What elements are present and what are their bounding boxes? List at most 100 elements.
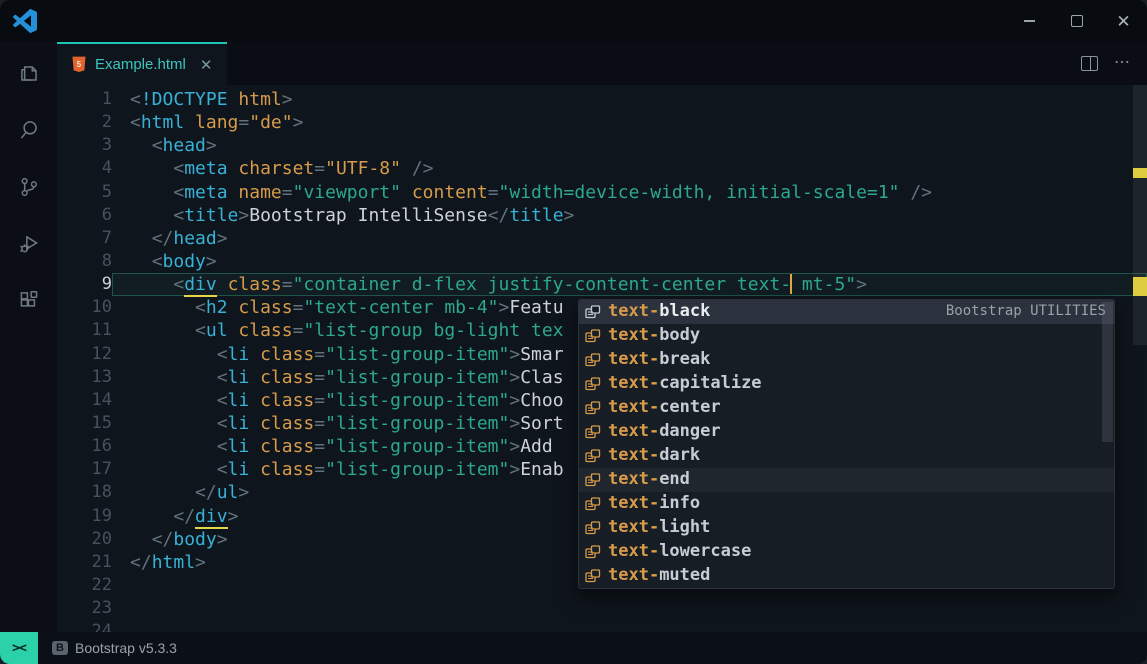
tab-close-icon[interactable]: ✕ [200, 56, 213, 74]
line-number: 20 [57, 528, 112, 551]
line-number: 4 [57, 157, 112, 180]
code-line-7[interactable]: 7 </head> [57, 227, 1147, 250]
remote-icon: >< [12, 641, 26, 656]
line-number: 17 [57, 458, 112, 481]
split-editor-icon[interactable] [1081, 56, 1098, 71]
maximize-button[interactable] [1053, 0, 1100, 42]
intellisense-suggest-widget: text-blackBootstrap UTILITIES text-body … [578, 299, 1115, 589]
line-number: 8 [57, 250, 112, 273]
code-line-5[interactable]: 5 <meta name="viewport" content="width=d… [57, 181, 1147, 204]
suggestion-kind-icon [585, 401, 601, 415]
line-number: 23 [57, 597, 112, 620]
suggest-item-text-center[interactable]: text-center [579, 396, 1114, 420]
svg-text:5: 5 [77, 60, 82, 69]
suggest-item-text-end[interactable]: text-end [579, 468, 1114, 492]
line-number: 16 [57, 435, 112, 458]
search-icon[interactable] [14, 115, 44, 145]
suggestion-kind-icon [585, 569, 601, 583]
line-number: 7 [57, 227, 112, 250]
minimize-icon [1024, 20, 1035, 22]
suggest-item-text-capitalize[interactable]: text-capitalize [579, 372, 1114, 396]
editor-actions: ⋯ [1081, 42, 1147, 85]
suggest-item-text-light[interactable]: text-light [579, 516, 1114, 540]
tab-label: Example.html [95, 56, 186, 73]
minimize-button[interactable] [1006, 0, 1053, 42]
vscode-logo-icon [13, 9, 37, 33]
suggestion-label: text-break [608, 348, 710, 371]
status-bar: >< B Bootstrap v5.3.3 [0, 632, 1147, 664]
overview-ruler-mark [1133, 277, 1147, 296]
suggest-item-text-black[interactable]: text-blackBootstrap UTILITIES [579, 300, 1114, 324]
line-number: 3 [57, 134, 112, 157]
code-line-23[interactable]: 23 [57, 597, 1147, 620]
suggest-item-text-break[interactable]: text-break [579, 348, 1114, 372]
code-line-3[interactable]: 3 <head> [57, 134, 1147, 157]
suggestion-label: text-center [608, 396, 721, 419]
suggestion-kind-icon [585, 425, 601, 439]
line-number: 11 [57, 319, 112, 342]
suggestion-detail: Bootstrap UTILITIES [946, 300, 1106, 323]
tab-bar: 5 Example.html ✕ ⋯ [57, 42, 1147, 85]
line-number: 15 [57, 412, 112, 435]
code-line-24[interactable]: 24 [57, 620, 1147, 632]
status-item-bootstrap[interactable]: B Bootstrap v5.3.3 [52, 640, 177, 656]
suggest-item-text-dark[interactable]: text-dark [579, 444, 1114, 468]
remote-indicator[interactable]: >< [0, 632, 38, 664]
suggestion-label: text-dark [608, 444, 700, 467]
suggest-item-text-muted[interactable]: text-muted [579, 564, 1114, 588]
suggestion-label: text-capitalize [608, 372, 762, 395]
run-debug-icon[interactable] [14, 229, 44, 259]
suggest-item-text-danger[interactable]: text-danger [579, 420, 1114, 444]
suggestion-label: text-lowercase [608, 540, 751, 563]
source-control-icon[interactable] [14, 172, 44, 202]
suggestion-kind-icon [585, 377, 601, 391]
line-number: 10 [57, 296, 112, 319]
suggestion-label: text-info [608, 492, 700, 515]
title-bar: ✕ [0, 0, 1147, 42]
code-editor[interactable]: 1<!DOCTYPE html>2<html lang="de">3 <head… [57, 85, 1147, 632]
code-line-9[interactable]: 9 <div class="container d-flex justify-c… [57, 273, 1147, 296]
suggestion-label: text-body [608, 324, 700, 347]
suggestion-kind-icon [585, 521, 601, 535]
close-button[interactable]: ✕ [1100, 0, 1147, 42]
suggest-item-text-lowercase[interactable]: text-lowercase [579, 540, 1114, 564]
suggestion-label: text-danger [608, 420, 721, 443]
code-line-1[interactable]: 1<!DOCTYPE html> [57, 88, 1147, 111]
scrollbar-slider[interactable] [1133, 85, 1147, 345]
maximize-icon [1071, 15, 1083, 27]
suggestion-kind-icon [585, 545, 601, 559]
bootstrap-version-label: Bootstrap v5.3.3 [75, 640, 177, 656]
editor-scrollbar[interactable] [1133, 85, 1147, 632]
suggest-item-text-info[interactable]: text-info [579, 492, 1114, 516]
window-controls: ✕ [1006, 0, 1147, 42]
suggest-scrollbar[interactable] [1102, 302, 1113, 442]
tab-example-html[interactable]: 5 Example.html ✕ [57, 42, 227, 85]
code-line-2[interactable]: 2<html lang="de"> [57, 111, 1147, 134]
suggestion-label: text-end [608, 468, 690, 491]
line-number: 19 [57, 505, 112, 528]
line-number: 12 [57, 343, 112, 366]
bootstrap-icon: B [52, 641, 68, 655]
suggestion-kind-icon [585, 449, 601, 463]
more-actions-icon[interactable]: ⋯ [1114, 60, 1131, 66]
line-number: 21 [57, 551, 112, 574]
suggest-item-text-body[interactable]: text-body [579, 324, 1114, 348]
code-line-6[interactable]: 6 <title>Bootstrap IntelliSense</title> [57, 204, 1147, 227]
suggestion-label: text-muted [608, 564, 710, 587]
suggestion-kind-icon [585, 305, 601, 319]
suggestion-kind-icon [585, 473, 601, 487]
extensions-icon[interactable] [14, 286, 44, 316]
explorer-icon[interactable] [14, 58, 44, 88]
line-number: 2 [57, 111, 112, 134]
line-number: 22 [57, 574, 112, 597]
activity-bar [0, 42, 57, 632]
suggestion-label: text-light [608, 516, 710, 539]
close-icon: ✕ [1116, 13, 1130, 30]
line-number: 24 [57, 620, 112, 632]
code-line-4[interactable]: 4 <meta charset="UTF-8" /> [57, 157, 1147, 180]
html5-icon: 5 [71, 56, 87, 73]
overview-ruler-mark [1133, 168, 1147, 178]
line-number: 5 [57, 181, 112, 204]
code-line-8[interactable]: 8 <body> [57, 250, 1147, 273]
vscode-window: ✕ [0, 0, 1147, 664]
